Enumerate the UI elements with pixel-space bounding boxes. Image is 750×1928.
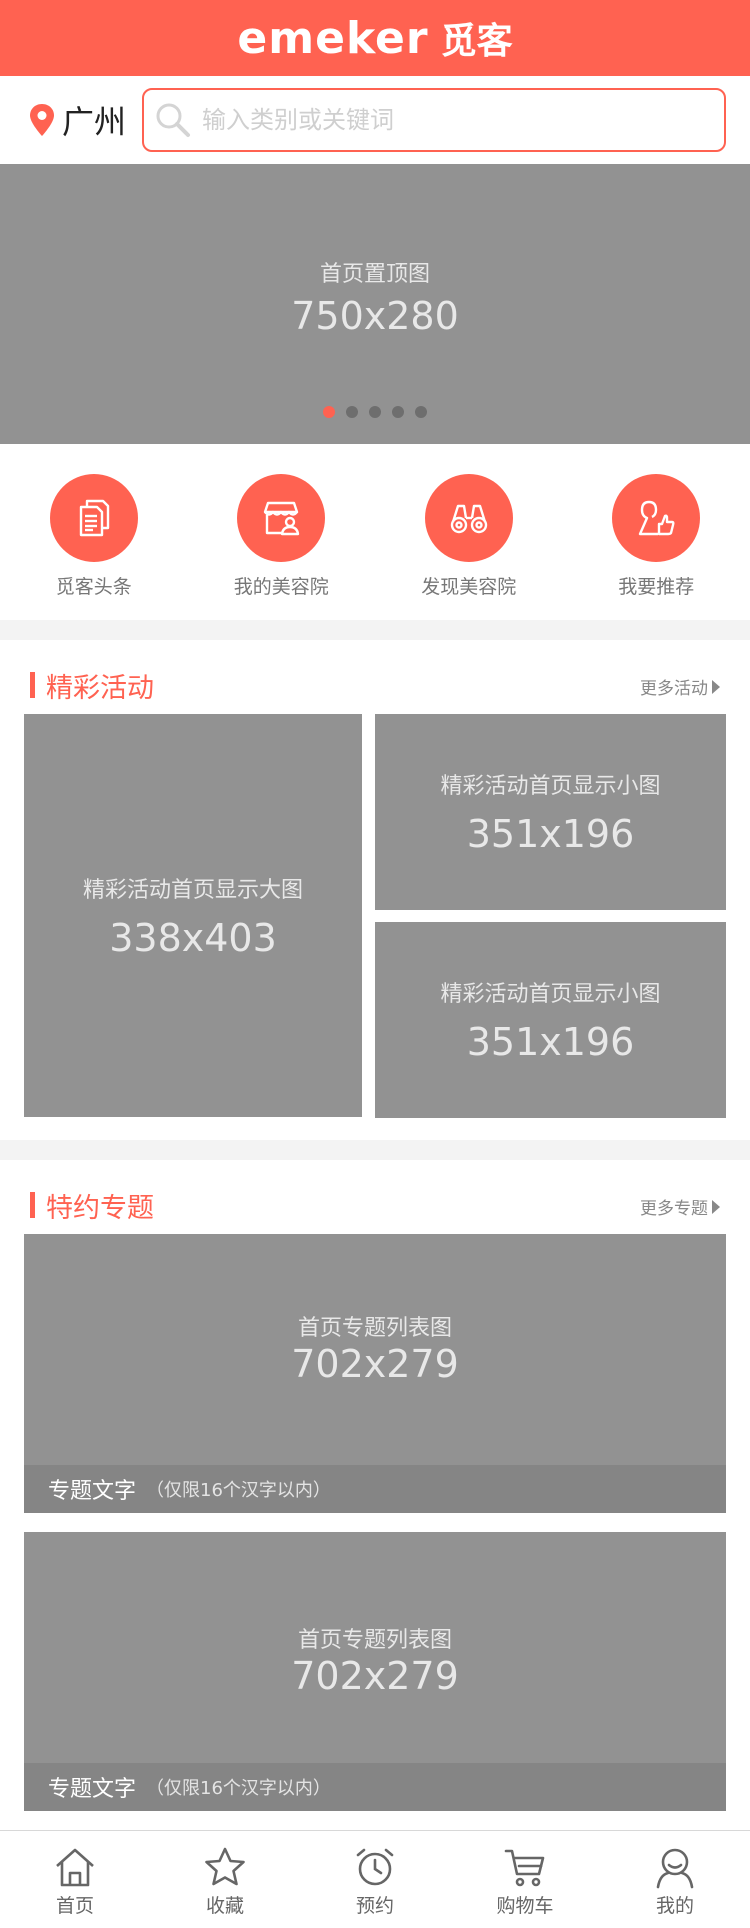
document-icon: [79, 499, 109, 537]
category-icon-circle: [49, 474, 138, 562]
activities-header: 精彩活动 更多活动: [0, 660, 750, 712]
brand-name-cn: 觅客: [440, 21, 513, 62]
category-label: 发现美容院: [421, 576, 517, 598]
tab-profile[interactable]: 我的: [600, 1831, 750, 1928]
city-label: 广州: [62, 103, 127, 141]
section-accent-bar: [30, 1192, 35, 1218]
thumbs-up-person-icon: [639, 500, 675, 536]
triangle-right-icon: [712, 1199, 720, 1214]
more-topics-link[interactable]: 更多专题: [640, 1194, 720, 1219]
app-header: emeker 觅客: [0, 0, 750, 76]
cart-icon: [504, 1849, 545, 1887]
search-icon: [156, 103, 190, 137]
home-icon: [56, 1848, 94, 1887]
section-title: 精彩活动: [46, 673, 154, 704]
activity-small-image[interactable]: 精彩活动首页显示小图 351x196: [375, 714, 726, 910]
section-divider: [0, 620, 750, 640]
category-label: 我的美容院: [233, 576, 329, 598]
category-discover-salon[interactable]: 发现美容院: [375, 444, 563, 620]
activity-big-image[interactable]: 精彩活动首页显示大图 338x403: [24, 714, 362, 1117]
category-icon-circle: [237, 474, 326, 562]
image-placeholder-label: 精彩活动首页显示小图: [440, 982, 661, 1007]
tab-label: 预约: [355, 1895, 394, 1917]
tab-favorites[interactable]: 收藏: [150, 1831, 300, 1928]
pagination-dot[interactable]: [415, 406, 427, 418]
topic-caption-note: （仅限16个汉字以内）: [146, 1480, 331, 1501]
topic-caption: 专题文字 （仅限16个汉字以内）: [24, 1465, 726, 1513]
more-activities-link[interactable]: 更多活动: [640, 674, 720, 699]
topic-caption: 专题文字 （仅限16个汉字以内）: [24, 1763, 726, 1811]
topic-card[interactable]: 首页专题列表图 702x279 专题文字 （仅限16个汉字以内）: [24, 1532, 726, 1811]
topics-header: 特约专题 更多专题: [0, 1180, 750, 1232]
bottom-tab-bar: 首页 收藏 预约 购物车 我的: [0, 1830, 750, 1928]
tab-label: 收藏: [205, 1895, 244, 1917]
section-divider: [0, 1140, 750, 1160]
image-placeholder-label: 首页专题列表图: [297, 1316, 452, 1341]
image-placeholder-label: 精彩活动首页显示小图: [440, 774, 661, 799]
tab-home[interactable]: 首页: [0, 1831, 150, 1928]
binoculars-icon: [450, 504, 487, 534]
brand-logo: emeker 觅客: [237, 12, 512, 64]
more-label: 更多活动: [640, 679, 708, 699]
category-icon-circle: [424, 474, 513, 562]
category-shortcuts: 觅客头条 我的美容院 发现美容院 我要推荐: [0, 444, 750, 620]
category-label: 觅客头条: [55, 576, 132, 598]
tab-appointments[interactable]: 预约: [300, 1831, 450, 1928]
search-box[interactable]: [142, 88, 726, 152]
category-icon-circle: [612, 474, 701, 562]
tab-label: 购物车: [496, 1895, 554, 1917]
image-placeholder-size: 351x196: [466, 1020, 635, 1064]
image-placeholder-label: 精彩活动首页显示大图: [82, 877, 303, 903]
tab-label: 首页: [55, 1895, 94, 1917]
category-my-salon[interactable]: 我的美容院: [188, 444, 376, 620]
image-placeholder-size: 351x196: [466, 812, 635, 856]
topic-caption-text: 专题文字: [48, 1777, 137, 1802]
topic-caption-text: 专题文字: [48, 1479, 137, 1504]
image-placeholder-size: 702x279: [291, 1654, 459, 1698]
category-label: 我要推荐: [618, 576, 695, 598]
banner-pagination: [0, 406, 750, 418]
alarm-clock-icon: [356, 1848, 394, 1886]
storefront-icon: [264, 501, 300, 536]
more-label: 更多专题: [640, 1199, 708, 1219]
pagination-dot[interactable]: [392, 406, 404, 418]
section-title: 特约专题: [46, 1193, 154, 1224]
brand-name-latin: emeker: [237, 13, 429, 64]
pagination-dot[interactable]: [369, 406, 381, 418]
activity-small-image[interactable]: 精彩活动首页显示小图 351x196: [375, 922, 726, 1118]
top-banner[interactable]: 首页置顶图 750x280: [0, 164, 750, 444]
search-input[interactable]: [202, 106, 682, 134]
section-accent-bar: [30, 672, 35, 698]
user-icon: [656, 1848, 694, 1889]
image-placeholder-label: 首页专题列表图: [297, 1628, 452, 1653]
image-placeholder-size: 338x403: [109, 915, 277, 960]
triangle-right-icon: [712, 679, 720, 694]
banner-label: 首页置顶图: [319, 262, 430, 287]
image-placeholder-size: 702x279: [291, 1342, 459, 1386]
pagination-dot[interactable]: [323, 406, 335, 418]
star-icon: [205, 1847, 245, 1886]
banner-size: 750x280: [291, 294, 459, 338]
city-selector[interactable]: 广州: [28, 98, 126, 142]
category-headlines[interactable]: 觅客头条: [0, 444, 188, 620]
tab-label: 我的: [655, 1895, 694, 1917]
topic-caption-note: （仅限16个汉字以内）: [146, 1778, 331, 1799]
location-pin-icon: [30, 104, 54, 136]
category-recommend[interactable]: 我要推荐: [563, 444, 750, 620]
topic-card[interactable]: 首页专题列表图 702x279 专题文字 （仅限16个汉字以内）: [24, 1234, 726, 1513]
pagination-dot[interactable]: [346, 406, 358, 418]
tab-cart[interactable]: 购物车: [450, 1831, 600, 1928]
search-bar: 广州: [0, 76, 750, 164]
